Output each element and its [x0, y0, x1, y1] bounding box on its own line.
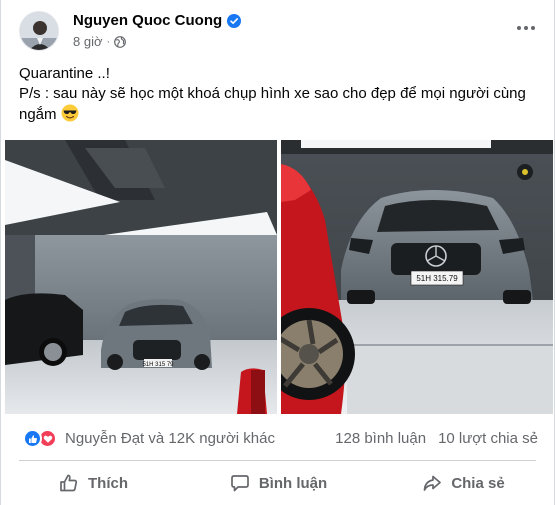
- post-text-body: P/s : sau này sẽ học một khoá chụp hình …: [19, 85, 526, 123]
- share-button[interactable]: Chia sẻ: [371, 461, 555, 505]
- share-count[interactable]: 10 lượt chia sẻ: [438, 430, 538, 447]
- license-plate-right: 51H 315.79: [416, 274, 458, 283]
- reaction-names[interactable]: Nguyễn Đạt và 12K người khác: [65, 430, 275, 447]
- post-card: Nguyen Quoc Cuong 8 giờ · Quarantine ..!…: [0, 0, 555, 505]
- share-icon: [423, 475, 442, 491]
- more-dot: [524, 26, 528, 30]
- photo-garage-right[interactable]: 51H 315.79: [281, 140, 553, 414]
- post-time[interactable]: 8 giờ: [73, 34, 103, 49]
- author-row: Nguyen Quoc Cuong: [73, 12, 242, 29]
- verified-badge-icon: [227, 13, 242, 28]
- photo-garage-left[interactable]: 51H 315 79: [5, 140, 277, 414]
- more-dot: [517, 26, 521, 30]
- reaction-summary[interactable]: Nguyễn Đạt và 12K người khác: [23, 429, 275, 448]
- comment-label: Bình luận: [258, 474, 328, 492]
- post-text: Quarantine ..! P/s : sau này sẽ học một …: [19, 64, 539, 125]
- comment-button[interactable]: Bình luận: [186, 461, 371, 505]
- like-button[interactable]: Thích: [1, 461, 186, 505]
- like-label: Thích: [88, 474, 128, 492]
- post-header: Nguyen Quoc Cuong 8 giờ ·: [1, 0, 555, 58]
- photo-grid: 51H 315 79 51H 315.79: [5, 140, 553, 414]
- comment-count[interactable]: 128 bình luận: [335, 430, 426, 447]
- globe-icon: [114, 35, 127, 48]
- reaction-stats: Nguyễn Đạt và 12K người khác 128 bình lu…: [1, 414, 555, 460]
- like-reaction-icon: [23, 429, 42, 448]
- author-name[interactable]: Nguyen Quoc Cuong: [73, 12, 222, 29]
- comment-icon: [230, 475, 249, 492]
- post-text-line: Quarantine ..!: [19, 65, 110, 82]
- more-dot: [531, 26, 535, 30]
- post-meta: 8 giờ ·: [73, 34, 127, 49]
- license-plate-left: 51H 315 79: [142, 362, 174, 368]
- sunglasses-emoji-icon: [61, 104, 79, 122]
- more-options-icon[interactable]: [512, 18, 540, 38]
- action-bar: Thích Bình luận Chia sẻ: [1, 461, 555, 505]
- share-label: Chia sẻ: [451, 474, 505, 492]
- post-text-line: P/s : sau này sẽ học một khoá chụp hình …: [19, 84, 539, 125]
- thumbs-up-icon: [60, 474, 78, 492]
- engagement-counts: 128 bình luận 10 lượt chia sẻ: [335, 430, 538, 447]
- meta-separator: ·: [106, 35, 111, 48]
- avatar[interactable]: [19, 11, 59, 51]
